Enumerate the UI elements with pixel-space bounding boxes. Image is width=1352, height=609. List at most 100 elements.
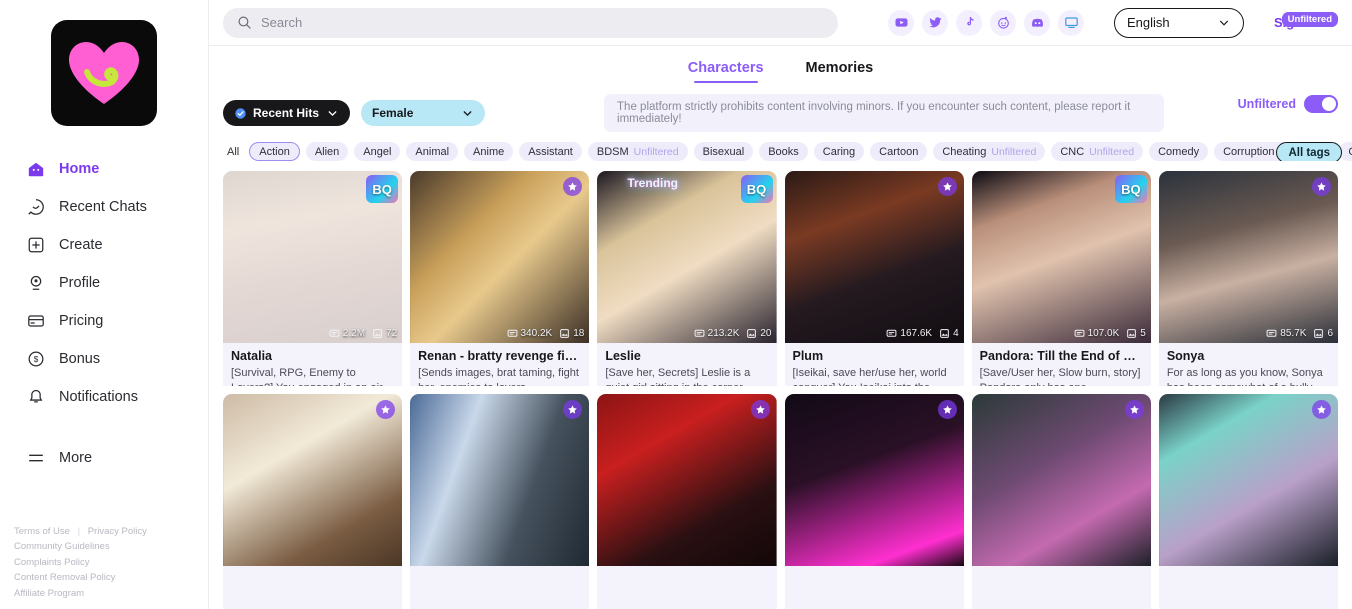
svg-text:$: $ xyxy=(34,355,39,364)
character-thumbnail[interactable] xyxy=(223,394,403,566)
character-thumbnail[interactable]: Trending BQ 213.2K 20 xyxy=(597,171,777,343)
favorite-star-icon[interactable] xyxy=(937,400,957,419)
character-thumbnail[interactable] xyxy=(784,394,964,566)
favorite-star-icon[interactable] xyxy=(1312,177,1331,196)
tag-chip[interactable]: All xyxy=(223,142,243,161)
character-description: [Save her, Secrets] Leslie is a quiet gi… xyxy=(605,367,751,386)
tag-label: Anime xyxy=(473,145,505,158)
character-card[interactable]: 167.6K 4 Plum [Iseikai, save her/use her, w… xyxy=(784,12,1338,386)
discord-icon[interactable] xyxy=(1024,9,1050,36)
tag-label: Caring xyxy=(822,145,856,158)
tag-chip[interactable]: Angel xyxy=(354,142,401,161)
character-name: Leslie xyxy=(605,349,641,363)
character-thumbnail[interactable] xyxy=(971,394,1151,566)
character-card[interactable]: 340.2K 18 Renan - bratty revenge figh... [S… xyxy=(410,12,1338,386)
tag-chip[interactable]: Cheating Unfiltered xyxy=(933,142,1046,161)
character-card[interactable]: Trending BQ 213.2K 20 Leslie [Save her, Secre… xyxy=(597,12,1338,386)
reddit-icon[interactable] xyxy=(990,9,1016,36)
tag-chip[interactable]: Alien xyxy=(305,142,349,161)
sidebar-item-more[interactable]: More xyxy=(0,439,208,477)
character-card[interactable]: BQ 2.2M 72 Natalia [Survival, RPG, Enemy to … xyxy=(223,12,1338,386)
favorite-star-icon[interactable] xyxy=(376,400,396,419)
sidebar-item-pricing[interactable]: Pricing xyxy=(0,302,208,340)
legal-affiliate-link[interactable]: Affiliate Program xyxy=(14,588,84,599)
character-card[interactable] xyxy=(1158,394,1338,609)
character-thumbnail[interactable] xyxy=(1158,394,1338,566)
tiktok-icon[interactable] xyxy=(956,9,982,36)
favorite-star-icon[interactable] xyxy=(937,177,957,196)
tab-characters[interactable]: Characters xyxy=(688,60,764,83)
character-thumbnail[interactable]: BQ 107.0K 5 xyxy=(971,171,1151,343)
sidebar-item-bonus[interactable]: $ Bonus xyxy=(0,340,208,378)
sidebar-item-create[interactable]: Create xyxy=(0,226,208,264)
character-thumbnail[interactable]: 85.7K 6 xyxy=(1158,171,1338,343)
tag-chip[interactable]: Books xyxy=(759,142,808,161)
legal-privacy-link[interactable]: Privacy Policy xyxy=(88,526,147,537)
tag-label: CNC xyxy=(1060,145,1085,158)
tag-chip[interactable]: Anime xyxy=(464,142,514,161)
search-input[interactable] xyxy=(261,15,824,30)
safety-notice: The platform strictly prohibits content … xyxy=(604,94,1165,132)
character-thumbnail[interactable] xyxy=(597,394,777,566)
tag-chip[interactable]: Assistant xyxy=(519,142,582,161)
tag-chip[interactable]: Action xyxy=(249,142,300,161)
character-card[interactable] xyxy=(597,394,777,609)
favorite-star-icon[interactable] xyxy=(750,400,770,419)
sidebar-item-home[interactable]: Home xyxy=(0,150,208,188)
language-value: English xyxy=(1127,15,1170,30)
sidebar-item-label: Bonus xyxy=(59,351,101,367)
heart-logo[interactable] xyxy=(51,20,157,126)
character-thumbnail[interactable]: 167.6K 4 xyxy=(784,171,964,343)
character-card[interactable]: BQ 107.0K 5 Pandora: Till the End of Time [S… xyxy=(971,12,1338,386)
legal-terms-link[interactable]: Terms of Use xyxy=(14,526,70,537)
language-selector[interactable]: English xyxy=(1114,7,1244,38)
character-thumbnail[interactable] xyxy=(410,394,590,566)
favorite-star-icon[interactable] xyxy=(1312,400,1331,419)
tag-chip[interactable]: Comedy xyxy=(1149,142,1209,161)
sidebar-item-profile[interactable]: Profile xyxy=(0,264,208,302)
character-card[interactable] xyxy=(223,394,403,609)
legal-removal-link[interactable]: Content Removal Policy xyxy=(14,572,115,583)
tag-chip[interactable]: Caring xyxy=(813,142,865,161)
legal-complaints-link[interactable]: Complaints Policy xyxy=(14,557,90,568)
tag-chip[interactable]: Bisexual xyxy=(693,142,754,161)
sidebar-nav: Home Recent Chats Create Profile Pricing… xyxy=(0,150,208,477)
tag-chip[interactable]: Animal xyxy=(406,142,459,161)
sort-filter-dropdown[interactable]: Recent Hits xyxy=(223,100,351,126)
tab-memories[interactable]: Memories xyxy=(806,60,874,83)
chat-bubble-icon xyxy=(329,328,340,339)
tag-label: Assistant xyxy=(528,145,573,158)
bq-badge-icon: BQ xyxy=(366,175,399,203)
tag-chip[interactable]: CNC Unfiltered xyxy=(1051,142,1144,161)
search-icon xyxy=(237,15,252,30)
character-card[interactable]: 85.7K 6 Sonya For as long as you know, Sony… xyxy=(1158,12,1338,386)
character-card[interactable] xyxy=(971,394,1151,609)
sidebar-item-recent-chats[interactable]: Recent Chats xyxy=(0,188,208,226)
tag-label: Cute xyxy=(1348,146,1352,158)
character-card[interactable] xyxy=(784,394,964,609)
tag-chip[interactable]: BDSM Unfiltered xyxy=(587,142,688,161)
gender-filter-dropdown[interactable]: Female xyxy=(361,100,486,126)
youtube-icon[interactable] xyxy=(888,9,914,36)
legal-community-link[interactable]: Community Guidelines xyxy=(14,541,110,552)
favorite-star-icon[interactable] xyxy=(1124,400,1144,419)
gender-filter-value: Female xyxy=(372,106,414,120)
logo-container[interactable] xyxy=(0,0,208,126)
tag-label: Cartoon xyxy=(879,145,919,158)
search-bar[interactable] xyxy=(223,7,838,38)
all-tags-button[interactable]: All tags xyxy=(1276,142,1342,161)
trending-label: Trending xyxy=(627,176,678,190)
image-icon xyxy=(746,328,757,339)
favorite-star-icon[interactable] xyxy=(563,177,583,196)
character-thumbnail[interactable]: 340.2K 18 xyxy=(410,171,590,343)
tag-chip[interactable]: Cartoon xyxy=(870,142,928,161)
favorite-star-icon[interactable] xyxy=(563,400,583,419)
sidebar-item-notifications[interactable]: Notifications xyxy=(0,378,208,416)
character-thumbnail[interactable]: BQ 2.2M 72 xyxy=(223,171,403,343)
unfiltered-toggle[interactable] xyxy=(1304,95,1338,113)
character-grid-row2 xyxy=(209,386,1352,609)
character-card[interactable] xyxy=(410,394,590,609)
desktop-icon[interactable] xyxy=(1058,9,1084,36)
unfiltered-toggle-group[interactable]: Unfiltered xyxy=(1238,95,1338,113)
twitter-icon[interactable] xyxy=(922,9,948,36)
